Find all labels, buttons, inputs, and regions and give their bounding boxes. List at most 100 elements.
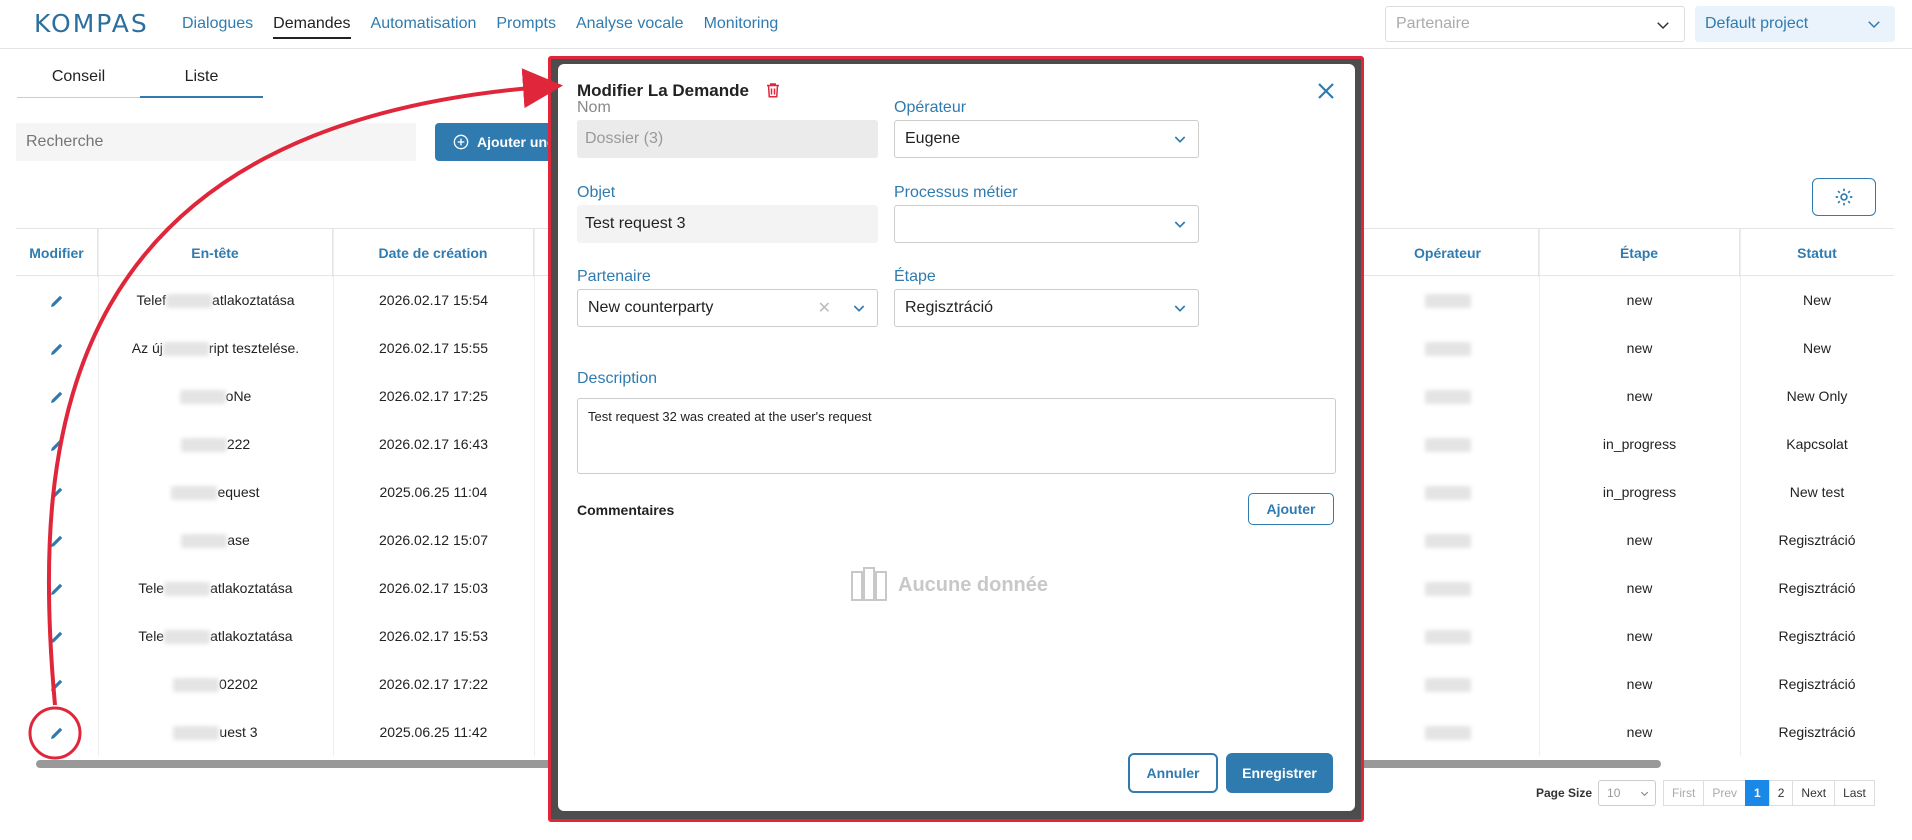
statut-cell: Regisztráció	[1778, 532, 1856, 548]
operateur-cell	[1356, 372, 1539, 420]
nav-monitoring[interactable]: Monitoring	[704, 15, 779, 39]
entete-suffix: atlakoztatása	[210, 628, 293, 644]
chevron-down-icon	[1174, 136, 1186, 143]
table-settings-button[interactable]	[1812, 178, 1876, 216]
description-textarea[interactable]: Test request 32 was created at the user'…	[577, 398, 1336, 474]
pencil-icon	[51, 680, 63, 692]
nav-dialogues[interactable]: Dialogues	[182, 15, 253, 39]
operateur-cell	[1356, 420, 1539, 468]
date-cell: 2026.02.17 15:53	[379, 628, 488, 644]
entete-suffix: atlakoztatása	[212, 292, 295, 308]
edit-cell[interactable]	[16, 372, 98, 420]
page-next-button[interactable]: Next	[1792, 780, 1836, 806]
operateur-select[interactable]: Eugene	[894, 120, 1199, 158]
close-icon[interactable]	[1314, 79, 1338, 103]
operateur-cell	[1356, 468, 1539, 516]
redacted-text	[162, 342, 209, 357]
redacted-text	[164, 630, 211, 645]
partner-select-placeholder: Partenaire	[1396, 15, 1470, 32]
page-prev-button[interactable]: Prev	[1703, 780, 1747, 806]
etape-cell: new	[1626, 532, 1653, 548]
redacted-text	[1424, 294, 1471, 309]
tab-conseil[interactable]: Conseil	[17, 68, 140, 98]
redacted-text	[179, 390, 226, 405]
nav-automatisation[interactable]: Automatisation	[371, 15, 477, 39]
kompas-logo[interactable]: KOMPAS	[34, 9, 149, 38]
statut-cell: Kapcsolat	[1786, 436, 1848, 452]
clear-icon[interactable]: ✕	[818, 290, 831, 328]
etape-cell: in_progress	[1602, 436, 1677, 452]
page-first-button[interactable]: First	[1663, 780, 1705, 806]
save-button[interactable]: Enregistrer	[1226, 753, 1333, 793]
partenaire-select[interactable]: New counterparty ✕	[577, 289, 878, 327]
etape-cell: new	[1626, 388, 1653, 404]
edit-cell[interactable]	[16, 564, 98, 612]
processus-select[interactable]	[894, 205, 1199, 243]
column-header-modifier[interactable]: Modifier	[16, 229, 98, 277]
plus-circle-icon	[453, 134, 469, 150]
nav-analyse-vocale[interactable]: Analyse vocale	[576, 15, 684, 39]
edit-cell[interactable]	[16, 660, 98, 708]
pencil-icon	[51, 488, 63, 500]
edit-cell[interactable]	[16, 324, 98, 372]
commentaires-title: Commentaires	[577, 502, 675, 518]
search-input[interactable]	[16, 123, 416, 161]
chevron-down-icon	[1640, 791, 1649, 797]
entete-suffix: 02202	[219, 676, 258, 692]
entete-suffix: oNe	[225, 388, 252, 404]
date-cell: 2026.02.17 17:22	[379, 676, 488, 692]
column-header-operateur[interactable]: Opérateur	[1356, 229, 1539, 277]
entete-prefix: Az új	[131, 340, 163, 356]
cancel-button[interactable]: Annuler	[1128, 753, 1218, 793]
column-header-date[interactable]: Date de création	[333, 229, 534, 277]
etape-value: Regisztráció	[905, 299, 994, 316]
entete-suffix: ase	[227, 532, 250, 548]
etape-cell: new	[1626, 292, 1653, 308]
statut-cell: Regisztráció	[1778, 724, 1856, 740]
column-header-etape[interactable]: Étape	[1539, 229, 1740, 277]
edit-cell[interactable]	[16, 516, 98, 564]
processus-label: Processus métier	[894, 184, 1018, 201]
etape-select[interactable]: Regisztráció	[894, 289, 1199, 327]
page-last-button[interactable]: Last	[1834, 780, 1875, 806]
nav-demandes[interactable]: Demandes	[273, 15, 351, 39]
entete-prefix: Tele	[138, 628, 165, 644]
redacted-text	[1424, 342, 1471, 357]
view-tabs: Conseil Liste	[17, 68, 263, 98]
entete-suffix: atlakoztatása	[210, 580, 293, 596]
page-2-button[interactable]: 2	[1768, 780, 1794, 806]
entete-prefix: Tele	[138, 580, 165, 596]
entete-cell: 02202	[98, 660, 333, 708]
project-select-value: Default project	[1705, 15, 1809, 32]
redacted-text	[164, 582, 211, 597]
redacted-text	[1424, 486, 1471, 501]
add-comment-button[interactable]: Ajouter	[1248, 493, 1334, 525]
entete-cell: oNe	[98, 372, 333, 420]
project-select[interactable]: Default project	[1695, 6, 1895, 42]
etape-cell: new	[1626, 676, 1653, 692]
pencil-icon	[51, 344, 63, 356]
trash-icon[interactable]	[764, 80, 782, 100]
statut-cell: New	[1802, 292, 1831, 308]
objet-field[interactable]: Test request 3	[577, 205, 878, 243]
redacted-text	[1424, 678, 1471, 693]
edit-cell[interactable]	[16, 420, 98, 468]
redacted-text	[1424, 438, 1471, 453]
chevron-down-icon	[1657, 22, 1669, 30]
nom-field: Dossier (3)	[577, 120, 878, 158]
redacted-text	[1424, 630, 1471, 645]
edit-cell[interactable]	[16, 612, 98, 660]
edit-cell[interactable]	[16, 468, 98, 516]
page-size-select[interactable]: 10	[1598, 780, 1657, 806]
edit-cell[interactable]	[16, 708, 98, 756]
column-header-statut[interactable]: Statut	[1740, 229, 1894, 277]
page-1-button[interactable]: 1	[1745, 780, 1770, 806]
pencil-icon	[51, 440, 63, 452]
edit-cell[interactable]	[16, 276, 98, 324]
partner-select[interactable]: Partenaire	[1385, 6, 1685, 42]
column-header-entete[interactable]: En-tête	[98, 229, 333, 277]
entete-cell: ase	[98, 516, 333, 564]
date-cell: 2025.06.25 11:42	[379, 724, 488, 740]
tab-liste[interactable]: Liste	[140, 68, 263, 98]
nav-prompts[interactable]: Prompts	[496, 15, 556, 39]
